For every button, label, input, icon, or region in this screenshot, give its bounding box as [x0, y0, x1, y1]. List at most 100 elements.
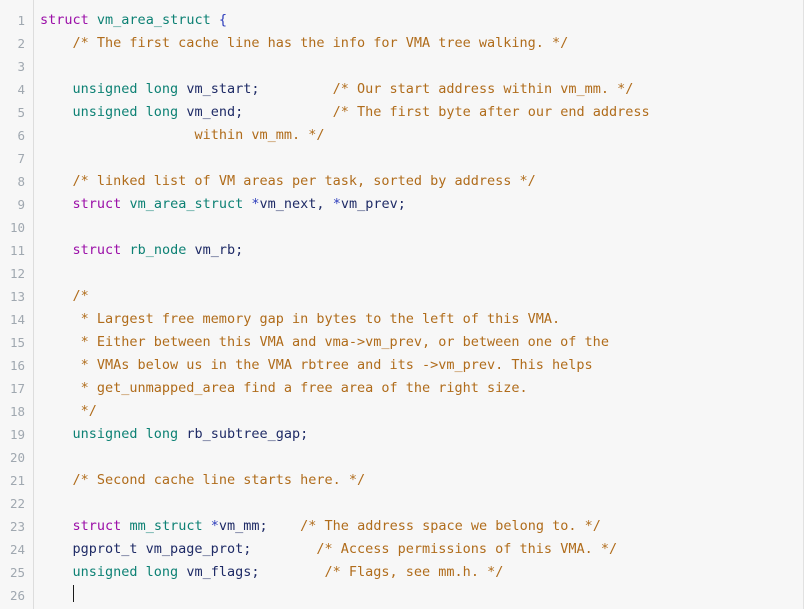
- code-token-comment: /* The first byte after our end address: [332, 104, 650, 120]
- code-token-punc: *: [251, 196, 260, 212]
- line-number: 21: [9, 473, 25, 488]
- code-token-punc: *: [332, 196, 341, 212]
- line-number: 11: [9, 243, 25, 258]
- code-line[interactable]: [40, 584, 803, 607]
- code-line[interactable]: unsigned long vm_flags; /* Flags, see mm…: [40, 561, 803, 584]
- code-line[interactable]: */: [40, 400, 803, 423]
- code-token-comment: /*: [72, 288, 89, 304]
- line-number: 8: [17, 174, 25, 189]
- code-line[interactable]: struct vm_area_struct *vm_next, *vm_prev…: [40, 193, 803, 216]
- line-number: 26: [9, 588, 25, 603]
- code-token-comment: * Either between this VMA and vma->vm_pr…: [80, 334, 609, 350]
- code-token-plain: ,: [316, 196, 333, 212]
- code-line[interactable]: [40, 216, 803, 239]
- code-area[interactable]: struct vm_area_struct { /* The first cac…: [34, 0, 803, 609]
- code-token-type: mm_struct: [129, 518, 203, 534]
- code-line[interactable]: * Either between this VMA and vma->vm_pr…: [40, 331, 803, 354]
- code-line[interactable]: /*: [40, 285, 803, 308]
- code-line[interactable]: /* The first cache line has the info for…: [40, 32, 803, 55]
- line-number: 4: [17, 82, 25, 97]
- line-number: 10: [9, 220, 25, 235]
- code-line[interactable]: [40, 55, 803, 78]
- code-line[interactable]: * get_unmapped_area find a free area of …: [40, 377, 803, 400]
- code-line[interactable]: pgprot_t vm_page_prot; /* Access permiss…: [40, 538, 803, 561]
- code-line[interactable]: /* Second cache line starts here. */: [40, 469, 803, 492]
- code-editor[interactable]: 1 2 3 4 5 6 7 8 9 10 11 12 13 14 15 16 17 18 19 20 21 22 23 24 2…: [0, 0, 804, 609]
- line-number-gutter: 1 2 3 4 5 6 7 8 9 10 11 12 13 14 15 16 17 18 19 20 21 22 23 24 2…: [0, 0, 34, 609]
- line-number: 5: [17, 105, 25, 120]
- code-line[interactable]: [40, 147, 803, 170]
- code-line[interactable]: unsigned long vm_end; /* The first byte …: [40, 101, 803, 124]
- code-line[interactable]: [40, 492, 803, 515]
- code-line[interactable]: struct vm_area_struct {: [40, 9, 803, 32]
- code-token-comment: * VMAs below us in the VMA rbtree and it…: [80, 357, 593, 373]
- line-number: 19: [9, 427, 25, 442]
- code-token-kw: struct: [72, 196, 122, 212]
- code-token-type: rb_node: [129, 242, 187, 258]
- line-number: 6: [17, 128, 25, 143]
- code-token-comment: /* Second cache line starts here. */: [72, 472, 366, 488]
- line-number: 24: [9, 542, 25, 557]
- code-token-ident: rb_subtree_gap;: [186, 426, 309, 442]
- line-number: 23: [9, 519, 25, 534]
- code-token-comment: /* linked list of VM areas per task, sor…: [72, 173, 536, 189]
- line-number: 9: [17, 197, 25, 212]
- code-line[interactable]: [40, 446, 803, 469]
- code-line[interactable]: unsigned long rb_subtree_gap;: [40, 423, 803, 446]
- code-line[interactable]: * Largest free memory gap in bytes to th…: [40, 308, 803, 331]
- text-cursor: [72, 585, 74, 602]
- line-number: 3: [17, 59, 25, 74]
- code-token-ident: vm_next: [259, 196, 317, 212]
- line-number: 18: [9, 404, 25, 419]
- code-token-type: unsigned long: [72, 426, 179, 442]
- code-token-comment: /* Our start address within vm_mm. */: [332, 81, 634, 97]
- code-line[interactable]: [40, 262, 803, 285]
- line-number: 22: [9, 496, 25, 511]
- code-token-comment: /* Flags, see mm.h. */: [324, 564, 504, 580]
- line-number: 16: [9, 358, 25, 373]
- line-number: 1: [17, 13, 25, 28]
- code-token-type: unsigned long: [72, 564, 179, 580]
- code-token-type: unsigned long: [72, 104, 179, 120]
- code-line[interactable]: struct rb_node vm_rb;: [40, 239, 803, 262]
- code-token-punc: *: [210, 518, 219, 534]
- code-line[interactable]: struct mm_struct *vm_mm; /* The address …: [40, 515, 803, 538]
- code-token-kw: struct: [72, 518, 122, 534]
- line-number: 2: [17, 36, 25, 51]
- line-number: 13: [9, 289, 25, 304]
- code-token-comment: /* The first cache line has the info for…: [72, 35, 569, 51]
- code-token-comment: */: [80, 403, 97, 419]
- code-line[interactable]: unsigned long vm_start; /* Our start add…: [40, 78, 803, 101]
- code-token-punc: {: [218, 12, 227, 28]
- code-token-type: unsigned long: [72, 81, 179, 97]
- code-token-kw: struct: [40, 12, 89, 28]
- code-line[interactable]: /* linked list of VM areas per task, sor…: [40, 170, 803, 193]
- code-token-comment: * get_unmapped_area find a free area of …: [80, 380, 528, 396]
- code-token-ident: vm_rb;: [194, 242, 244, 258]
- code-line[interactable]: * VMAs below us in the VMA rbtree and it…: [40, 354, 803, 377]
- code-line[interactable]: within vm_mm. */: [40, 124, 803, 147]
- code-token-comment: within vm_mm. */: [194, 127, 325, 143]
- line-number: 12: [9, 266, 25, 281]
- code-token-type: vm_area_struct: [96, 12, 211, 28]
- code-token-comment: /* The address space we belong to. */: [300, 518, 601, 534]
- code-token-ident: pgprot_t vm_page_prot;: [72, 541, 252, 557]
- code-token-kw: struct: [72, 242, 122, 258]
